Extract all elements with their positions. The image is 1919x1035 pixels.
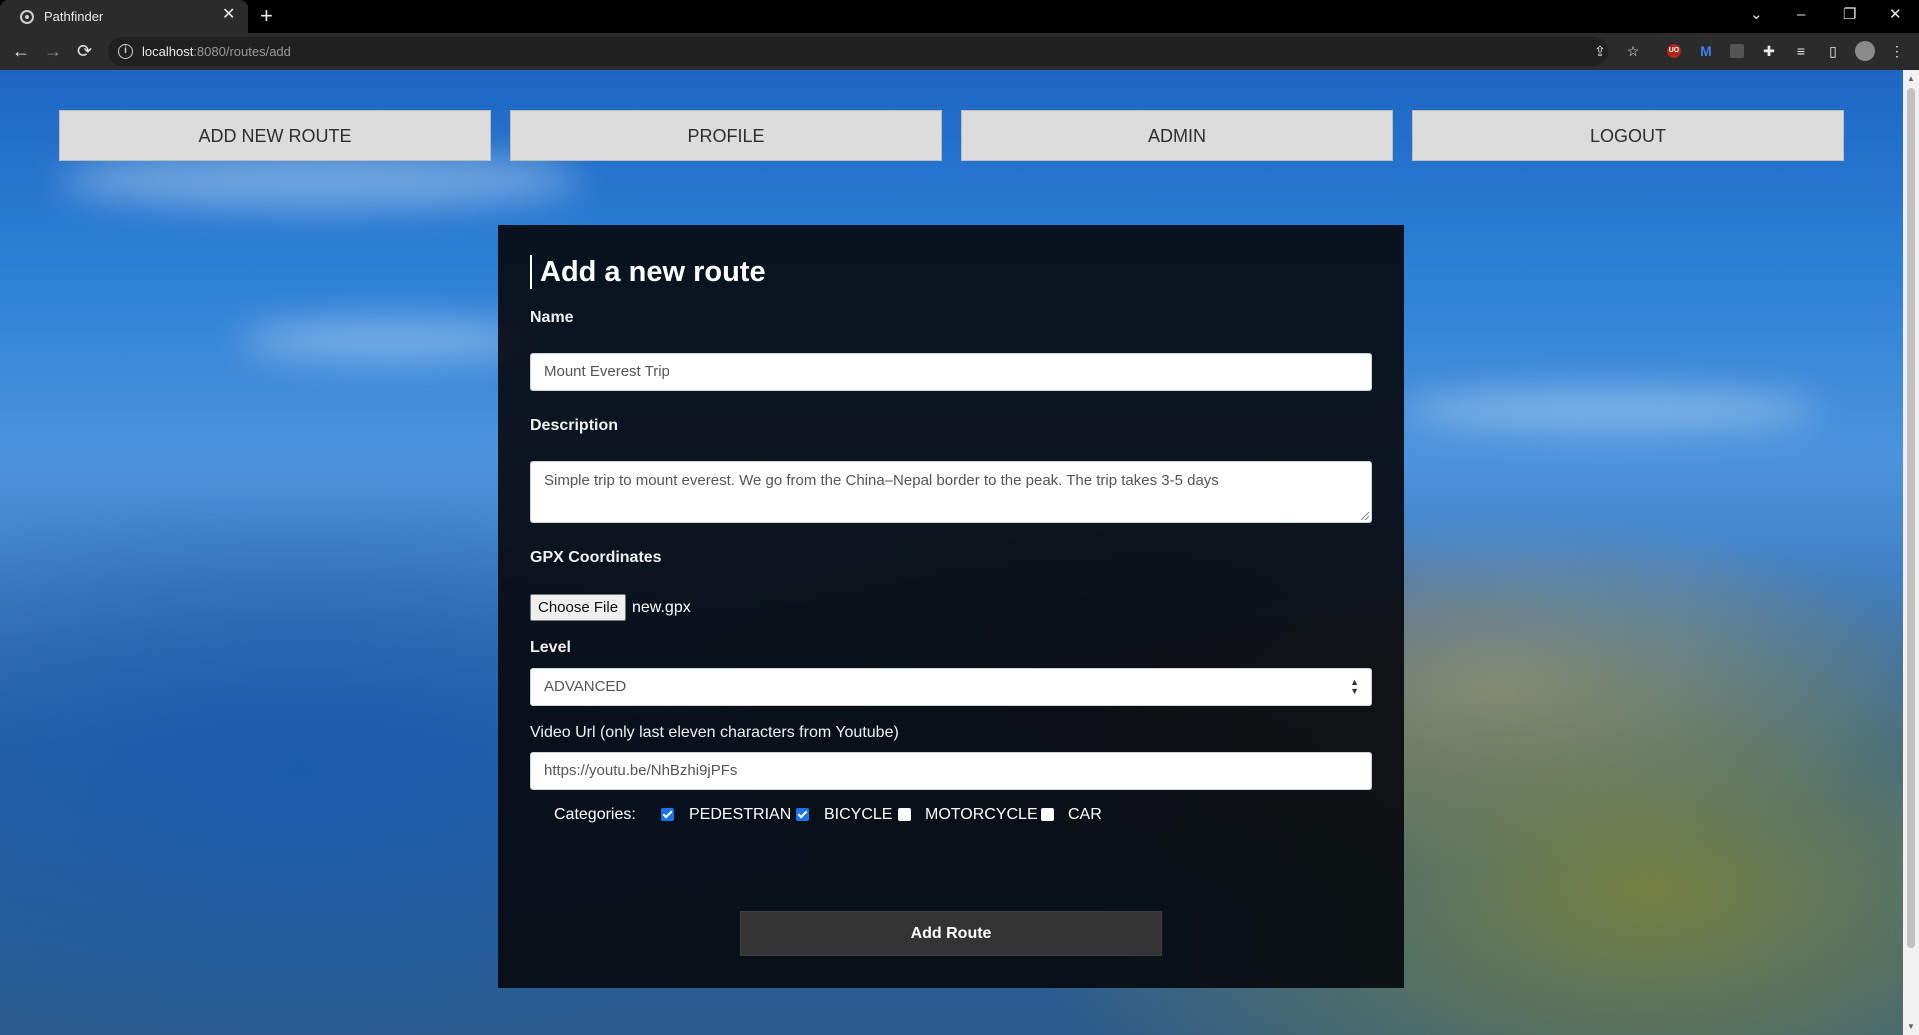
- background-cloud: [1400, 390, 1820, 430]
- tab-search-icon[interactable]: ⌄: [1750, 6, 1763, 24]
- m-extension-icon[interactable]: M: [1697, 42, 1715, 60]
- car-checkbox[interactable]: [1041, 808, 1054, 821]
- ublock-extension-icon[interactable]: UO: [1667, 44, 1681, 58]
- choose-file-button[interactable]: Choose File: [530, 594, 627, 621]
- add-route-form: Add a new route Name Mount Everest Trip …: [498, 225, 1404, 988]
- video-url-input[interactable]: https://youtu.be/NhBzhi9jPFs: [530, 752, 1372, 790]
- scroll-down-icon[interactable]: ▼: [1907, 1022, 1915, 1031]
- name-input[interactable]: Mount Everest Trip: [530, 353, 1372, 391]
- description-label: Description: [530, 417, 619, 434]
- nav-add-new-route[interactable]: ADD NEW ROUTE: [59, 110, 491, 161]
- page-scrollbar[interactable]: ▲ ▼: [1903, 70, 1919, 1035]
- description-text: Simple trip to mount everest. We go from…: [544, 472, 1219, 489]
- bookmark-star-icon[interactable]: ☆: [1624, 42, 1642, 60]
- categories-label: Categories:: [554, 806, 636, 823]
- motorcycle-checkbox[interactable]: [898, 808, 911, 821]
- address-bar[interactable]: i localhost:8080/routes/add: [108, 37, 1608, 66]
- grey-extension-icon[interactable]: [1730, 44, 1744, 58]
- tab-title: Pathfinder: [44, 9, 104, 24]
- background-cloud: [240, 320, 540, 360]
- pedestrian-checkbox[interactable]: [661, 808, 674, 821]
- file-name: new.gpx: [632, 599, 691, 616]
- motorcycle-label: MOTORCYCLE: [925, 806, 1038, 823]
- nav-logout[interactable]: LOGOUT: [1412, 110, 1844, 161]
- add-route-button[interactable]: Add Route: [740, 911, 1162, 956]
- bicycle-label: BICYCLE: [824, 806, 893, 823]
- video-label: Video Url (only last eleven characters f…: [530, 724, 899, 741]
- menu-kebab-icon[interactable]: ⋮: [1888, 42, 1906, 60]
- scroll-up-icon[interactable]: ▲: [1907, 74, 1915, 83]
- pedestrian-label: PEDESTRIAN: [689, 806, 792, 823]
- level-select[interactable]: ADVANCED ▲ ▼: [530, 668, 1372, 706]
- site-info-icon[interactable]: i: [118, 44, 133, 59]
- name-label: Name: [530, 309, 574, 326]
- media-queue-icon[interactable]: ≡: [1792, 42, 1810, 60]
- bicycle-checkbox[interactable]: [796, 808, 809, 821]
- share-icon[interactable]: ⇪: [1591, 42, 1609, 60]
- back-icon[interactable]: ←: [12, 41, 30, 61]
- browser-tab[interactable]: Pathfinder ✕: [0, 0, 248, 33]
- extensions-puzzle-icon[interactable]: ✚: [1760, 42, 1778, 60]
- level-label: Level: [530, 639, 571, 656]
- nav-profile[interactable]: PROFILE: [510, 110, 942, 161]
- forward-icon[interactable]: →: [44, 41, 62, 61]
- restore-icon[interactable]: ❐: [1843, 6, 1856, 24]
- resize-handle-icon[interactable]: [1361, 512, 1369, 520]
- tab-close-icon[interactable]: ✕: [222, 7, 235, 23]
- description-textarea[interactable]: Simple trip to mount everest. We go from…: [530, 461, 1372, 523]
- profile-avatar[interactable]: [1855, 41, 1875, 61]
- side-panel-icon[interactable]: ▯: [1824, 42, 1842, 60]
- main-nav: ADD NEW ROUTE PROFILE ADMIN LOGOUT: [59, 110, 1844, 161]
- level-selected-value: ADVANCED: [544, 678, 627, 695]
- minimize-icon[interactable]: –: [1797, 6, 1805, 24]
- page-background: ADD NEW ROUTE PROFILE ADMIN LOGOUT Add a…: [0, 70, 1903, 1035]
- nav-admin[interactable]: ADMIN: [961, 110, 1393, 161]
- car-label: CAR: [1068, 806, 1102, 823]
- new-tab-icon[interactable]: +: [260, 4, 273, 28]
- window-close-icon[interactable]: ✕: [1889, 6, 1902, 24]
- form-title: Add a new route: [530, 255, 766, 289]
- favicon-icon: [20, 10, 34, 24]
- select-arrows-icon: ▲ ▼: [1350, 677, 1359, 696]
- gpx-label: GPX Coordinates: [530, 549, 662, 566]
- browser-toolbar: ← → ⟳ i localhost:8080/routes/add ⇪ ☆ UO…: [0, 33, 1919, 70]
- url-text: localhost:8080/routes/add: [142, 44, 291, 59]
- scrollbar-thumb[interactable]: [1907, 88, 1915, 948]
- reload-icon[interactable]: ⟳: [77, 41, 92, 61]
- browser-tab-strip: Pathfinder ✕ + ⌄ – ❐ ✕: [0, 0, 1919, 33]
